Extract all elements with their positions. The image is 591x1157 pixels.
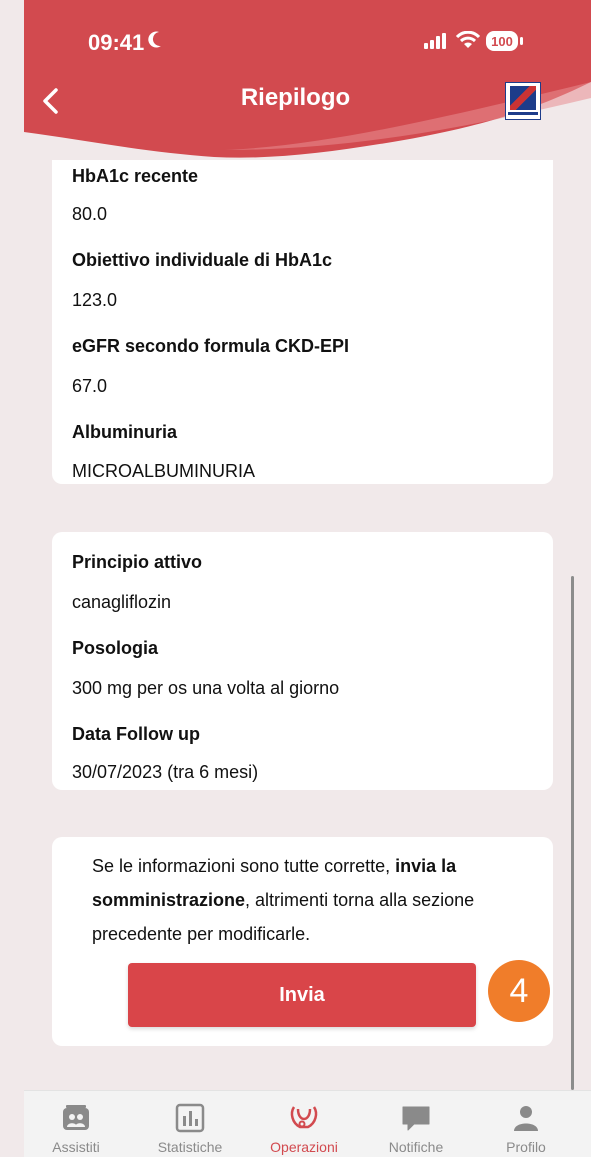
dosage-label: Posologia bbox=[72, 638, 159, 658]
bottom-tab-bar: Assistiti Statistiche Operazioni Notific… bbox=[24, 1090, 591, 1157]
status-bar: 09:41 100 bbox=[0, 0, 591, 70]
tab-statistiche[interactable]: Statistiche bbox=[140, 1091, 240, 1157]
chat-icon bbox=[402, 1106, 430, 1131]
tab-label: Operazioni bbox=[270, 1139, 338, 1155]
tab-label: Statistiche bbox=[157, 1139, 223, 1155]
active-ingredient-label: Principio attivo bbox=[72, 552, 203, 572]
chart-icon bbox=[175, 1103, 205, 1133]
tab-label: Notifiche bbox=[388, 1139, 444, 1155]
clinical-data-card: HbA1c recente 80.0 Obiettivo individuale… bbox=[52, 160, 553, 484]
confirm-instructions: Se le informazioni sono tutte corrette, … bbox=[92, 856, 475, 944]
clock: 09:41 bbox=[88, 30, 145, 55]
stethoscope-icon bbox=[290, 1106, 318, 1129]
hba1c-target-label: Obiettivo individuale di HbA1c bbox=[72, 250, 333, 270]
egfr-value: 67.0 bbox=[72, 376, 108, 396]
moon-icon bbox=[148, 31, 161, 48]
step-number-badge: 4 bbox=[488, 960, 550, 1022]
battery-icon: 100 bbox=[486, 31, 518, 51]
albuminuria-label: Albuminuria bbox=[72, 422, 178, 442]
scrollbar[interactable] bbox=[571, 576, 574, 1090]
active-ingredient-value: canagliflozin bbox=[72, 592, 172, 612]
battery-nub bbox=[520, 37, 523, 45]
follow-up-value: 30/07/2023 (tra 6 mesi) bbox=[72, 762, 259, 782]
tab-label: Assistiti bbox=[52, 1139, 100, 1155]
hba1c-value: 80.0 bbox=[72, 204, 108, 224]
egfr-label: eGFR secondo formula CKD-EPI bbox=[72, 336, 350, 356]
page-title: Riepilogo bbox=[240, 84, 351, 111]
hba1c-target-value: 123.0 bbox=[72, 290, 118, 310]
confirm-card: Se le informazioni sono tutte corrette, … bbox=[52, 837, 553, 1046]
signal-icon bbox=[424, 33, 446, 49]
summary-scroll-area[interactable]: HbA1c recente 80.0 Obiettivo individuale… bbox=[0, 160, 591, 1090]
tab-operazioni[interactable]: Operazioni bbox=[254, 1091, 354, 1157]
hba1c-label: HbA1c recente bbox=[72, 166, 199, 186]
tab-label: Profilo bbox=[506, 1139, 546, 1155]
tab-notifiche[interactable]: Notifiche bbox=[366, 1091, 466, 1157]
dosage-value: 300 mg per os una volta al giorno bbox=[72, 678, 340, 698]
follow-up-label: Data Follow up bbox=[72, 724, 200, 744]
wifi-icon bbox=[456, 31, 480, 48]
region-logo-icon bbox=[505, 82, 541, 120]
therapy-card: Principio attivo canagliflozin Posologia… bbox=[52, 532, 553, 790]
albuminuria-value: MICROALBUMINURIA bbox=[72, 461, 256, 481]
send-button[interactable]: Invia bbox=[128, 963, 476, 1027]
person-icon bbox=[514, 1106, 538, 1131]
tab-assistiti[interactable]: Assistiti bbox=[26, 1091, 126, 1157]
people-icon bbox=[63, 1105, 89, 1130]
tab-profilo[interactable]: Profilo bbox=[476, 1091, 576, 1157]
